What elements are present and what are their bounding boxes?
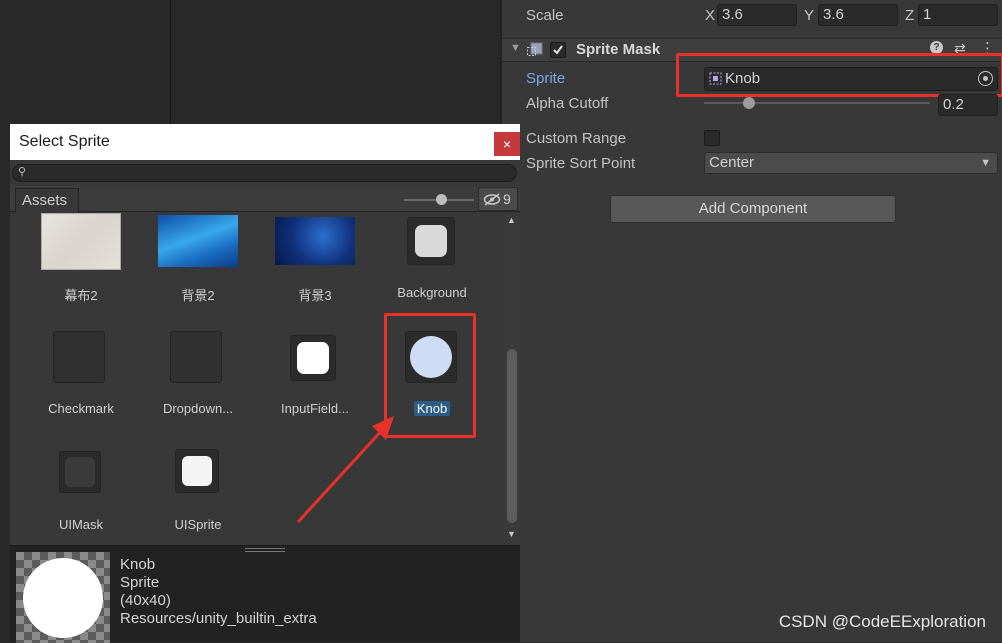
annotation-arrow-icon (296, 416, 394, 524)
watermark: CSDN @CodeEExploration (778, 612, 986, 631)
